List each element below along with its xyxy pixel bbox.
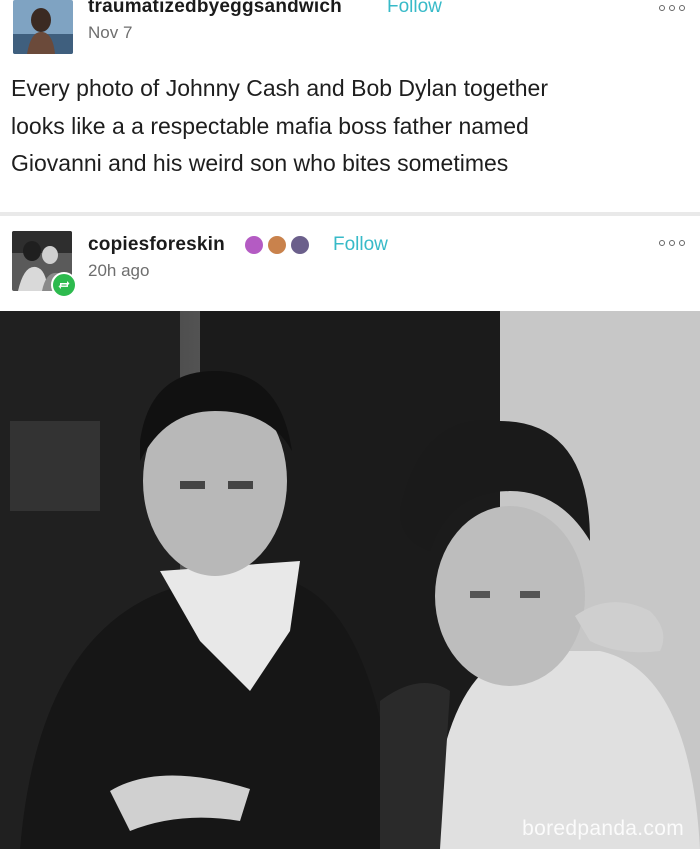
orange-badge-icon[interactable]: [268, 236, 286, 254]
post-body-line: Giovanni and his weird son who bites som…: [11, 150, 509, 176]
post-timestamp: 20h ago: [88, 261, 150, 280]
username[interactable]: traumatizedbyeggsandwich: [88, 0, 342, 18]
photo-illustration: [0, 311, 700, 849]
more-options-icon[interactable]: [659, 5, 685, 11]
avatar[interactable]: [13, 0, 73, 54]
post-body-line: looks like a a respectable mafia boss fa…: [11, 112, 529, 139]
post-body: Every photo of Johnny Cash and Bob Dylan…: [11, 70, 671, 183]
follow-button[interactable]: Follow: [333, 234, 388, 256]
violet-badge-icon[interactable]: [291, 236, 309, 254]
post-body-line: Every photo of Johnny Cash and Bob Dylan…: [11, 75, 549, 101]
username[interactable]: copiesforeskin: [88, 234, 225, 256]
reblog-icon: [51, 272, 77, 298]
follow-button[interactable]: Follow: [387, 0, 442, 18]
badge-group: [245, 236, 309, 254]
post-card: traumatizedbyeggsandwich Follow Nov 7 Ev…: [0, 0, 700, 212]
more-options-icon[interactable]: [659, 240, 685, 246]
post-photo[interactable]: boredpanda.com: [0, 311, 700, 849]
post-timestamp: Nov 7: [88, 23, 133, 42]
watermark: boredpanda.com: [522, 817, 684, 840]
purple-badge-icon[interactable]: [245, 236, 263, 254]
